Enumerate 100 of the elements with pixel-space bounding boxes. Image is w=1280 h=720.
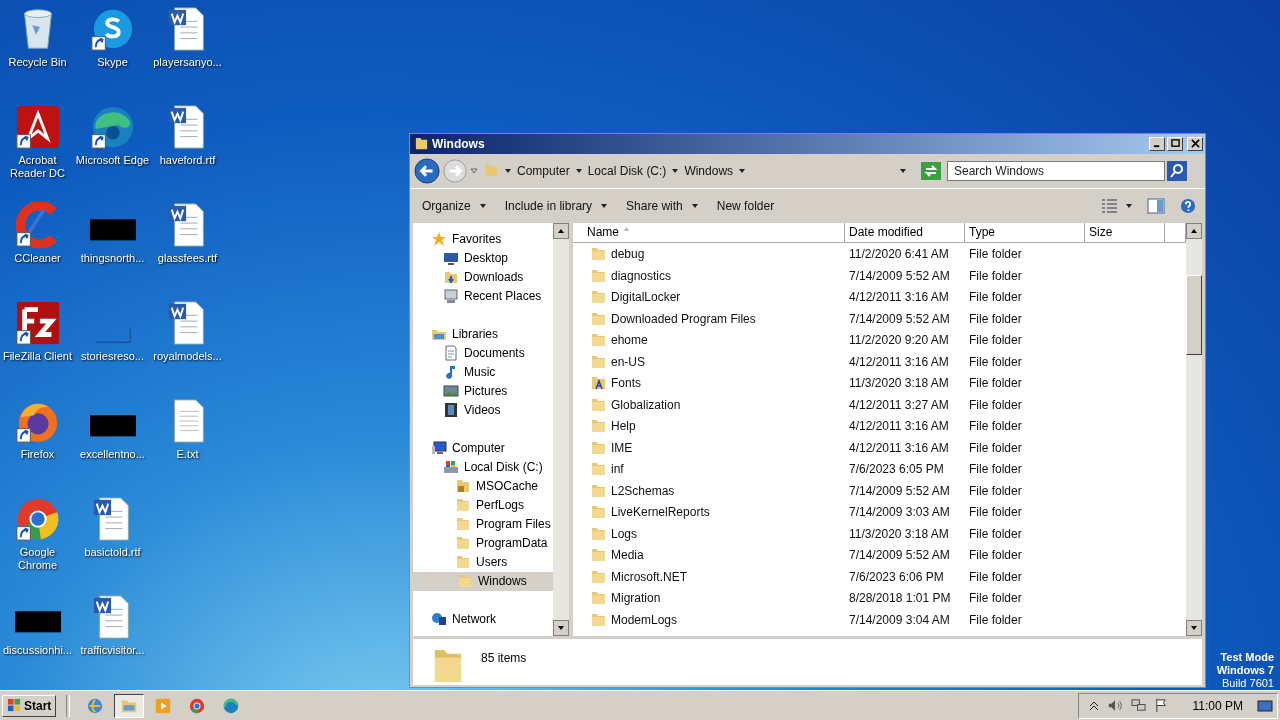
nav-item[interactable]: Downloads (431, 267, 553, 287)
file-row[interactable]: IME 4/12/2011 3:16 AM File folder (573, 437, 1186, 459)
scrollbar-thumb[interactable] (1186, 274, 1202, 355)
network-icon[interactable] (1130, 698, 1146, 713)
desktop-icon-label[interactable]: storiesreso... (81, 350, 144, 363)
caret-icon[interactable] (738, 166, 747, 175)
column-header[interactable]: Type (965, 222, 1085, 243)
desktop-icon-label[interactable]: Microsoft Edge (75, 154, 150, 167)
nav-item[interactable]: Music (431, 362, 553, 382)
back-button[interactable] (414, 157, 440, 184)
file-row[interactable]: Logs 11/3/2020 3:18 AM File folder (573, 523, 1186, 545)
file-row[interactable]: inf 7/6/2023 6:05 PM File folder (573, 458, 1186, 481)
desktop-icon-label[interactable]: thingsnorth... (80, 252, 145, 265)
file-row[interactable]: diagnostics 7/14/2009 5:52 AM File folder (573, 265, 1186, 287)
column-header[interactable]: Date modified (845, 222, 965, 243)
nav-item[interactable]: Libraries (431, 324, 553, 344)
breadcrumb[interactable]: Local Disk (C:) (587, 163, 667, 178)
file-row[interactable]: ModemLogs 7/14/2009 3:04 AM File folder (573, 609, 1186, 631)
scroll-down-button[interactable] (553, 620, 569, 636)
file-row[interactable]: debug 11/2/2020 6:41 AM File folder (573, 243, 1186, 266)
nav-item[interactable]: Windows (413, 571, 553, 591)
column-header[interactable]: Name (573, 222, 845, 243)
file-row[interactable]: Microsoft.NET 7/6/2023 6:06 PM File folder (573, 566, 1186, 588)
nav-item[interactable]: Documents (431, 343, 553, 363)
desktop-icon-label[interactable]: Recycle Bin (8, 56, 67, 69)
desktop-icon-label[interactable]: basictold.rtf (84, 546, 141, 559)
scroll-down-button[interactable] (1186, 620, 1202, 636)
file-row[interactable]: DigitalLocker 4/12/2011 3:16 AM File folder (573, 286, 1186, 309)
desktop-icon-label[interactable]: CCleaner (14, 252, 61, 265)
desktop-icon-label[interactable]: Acrobat Reader DC (0, 154, 75, 180)
nav-item[interactable]: Videos (431, 400, 553, 420)
clock[interactable]: 11:00 PM (1192, 698, 1243, 713)
toolbar-button[interactable]: Include in library (498, 194, 615, 217)
caret-icon[interactable] (671, 166, 680, 175)
file-row[interactable]: ehome 11/2/2020 9:20 AM File folder (573, 329, 1186, 352)
breadcrumb[interactable]: Windows (684, 163, 734, 178)
nav-item[interactable]: Local Disk (C:) (431, 457, 553, 477)
desktop-icon-label[interactable]: E.txt (176, 448, 199, 461)
nav-item[interactable]: Computer (431, 438, 553, 458)
desktop-icon-label[interactable]: playersanyo... (153, 56, 222, 69)
file-row[interactable]: Globalization 4/12/2011 3:27 AM File folder (573, 394, 1186, 416)
show-hidden-icons-icon[interactable] (1088, 700, 1099, 711)
scrollbar[interactable] (1186, 222, 1202, 636)
desktop-icon-label[interactable]: royalmodels... (153, 350, 222, 363)
taskbar-app[interactable] (114, 693, 145, 718)
nav-item[interactable]: PerfLogs (431, 495, 553, 515)
dropdown-caret-icon[interactable] (899, 166, 907, 175)
refresh-button[interactable] (921, 161, 941, 180)
file-row[interactable]: L2Schemas 7/14/2009 5:52 AM File folder (573, 480, 1186, 502)
nav-item[interactable]: Users (431, 552, 553, 572)
toolbar-button[interactable]: New folder (710, 194, 781, 217)
nav-item[interactable]: Recent Places (431, 286, 553, 306)
preview-pane-icon[interactable] (1147, 197, 1165, 214)
caret-icon[interactable] (574, 166, 583, 175)
column-header[interactable]: Size (1085, 222, 1165, 243)
flag-icon[interactable] (1153, 698, 1169, 713)
view-options-icon[interactable] (1101, 197, 1119, 214)
desktop-icon-label[interactable]: excellentno... (80, 448, 145, 461)
desktop-icon-label[interactable]: glassfees.rtf (157, 252, 218, 265)
show-desktop-icon[interactable] (1257, 697, 1273, 714)
scroll-up-button[interactable] (1186, 222, 1202, 239)
nav-item[interactable]: Network (431, 609, 553, 629)
nav-item[interactable]: Pictures (431, 381, 553, 401)
desktop-icon-label[interactable]: FileZilla Client (2, 350, 73, 363)
file-row[interactable]: Downloaded Program Files 7/14/2009 5:52 AM File folder (573, 308, 1186, 330)
file-row[interactable]: Help 4/12/2011 3:16 AM File folder (573, 415, 1186, 438)
chrome-icon[interactable] (14, 496, 61, 542)
file-row[interactable]: Media 7/14/2009 5:52 AM File folder (573, 544, 1186, 567)
toolbar-button[interactable]: Organize (416, 194, 493, 217)
file-row[interactable]: Fonts 11/3/2020 3:18 AM File folder (573, 372, 1186, 395)
maximize-button[interactable] (1167, 136, 1183, 151)
scroll-up-button[interactable] (553, 222, 569, 239)
nav-item[interactable]: ProgramData (431, 533, 553, 553)
caret-icon[interactable] (504, 166, 512, 175)
nav-item[interactable]: Program Files (431, 514, 553, 534)
desktop-icon-label[interactable]: Skype (97, 56, 128, 69)
desktop-icon-label[interactable]: haveford.rtf (159, 154, 216, 167)
nav-item[interactable]: MSOCache (431, 476, 553, 496)
start-button[interactable]: Start (2, 694, 57, 717)
history-caret-icon[interactable] (470, 166, 478, 175)
edge-icon[interactable] (89, 104, 136, 150)
help-icon[interactable] (1179, 197, 1197, 214)
toolbar-button[interactable]: Share with (620, 194, 705, 217)
desktop-icon-label[interactable]: Google Chrome (0, 546, 75, 572)
desktop-icon-label[interactable]: discussionhi... (2, 644, 73, 657)
filezilla-icon[interactable] (14, 300, 61, 346)
breadcrumb[interactable]: Computer (517, 163, 570, 178)
search-field[interactable]: Search Windows (947, 160, 1165, 181)
speaker-icon[interactable] (1106, 698, 1123, 713)
nav-item[interactable]: Desktop (431, 248, 553, 268)
minimize-button[interactable] (1149, 136, 1165, 151)
nav-item[interactable]: Favorites (431, 229, 553, 249)
desktop-icon-label[interactable]: Firefox (20, 448, 55, 461)
caret-icon[interactable] (1125, 201, 1133, 210)
search-icon[interactable] (1167, 160, 1187, 181)
acrobat-icon[interactable] (14, 104, 61, 150)
close-button[interactable] (1187, 136, 1203, 151)
file-row[interactable]: LiveKernelReports 7/14/2009 3:03 AM File folder (573, 501, 1186, 524)
file-row[interactable]: Migration 8/28/2018 1:01 PM File folder (573, 587, 1186, 610)
scrollbar[interactable] (553, 222, 569, 636)
